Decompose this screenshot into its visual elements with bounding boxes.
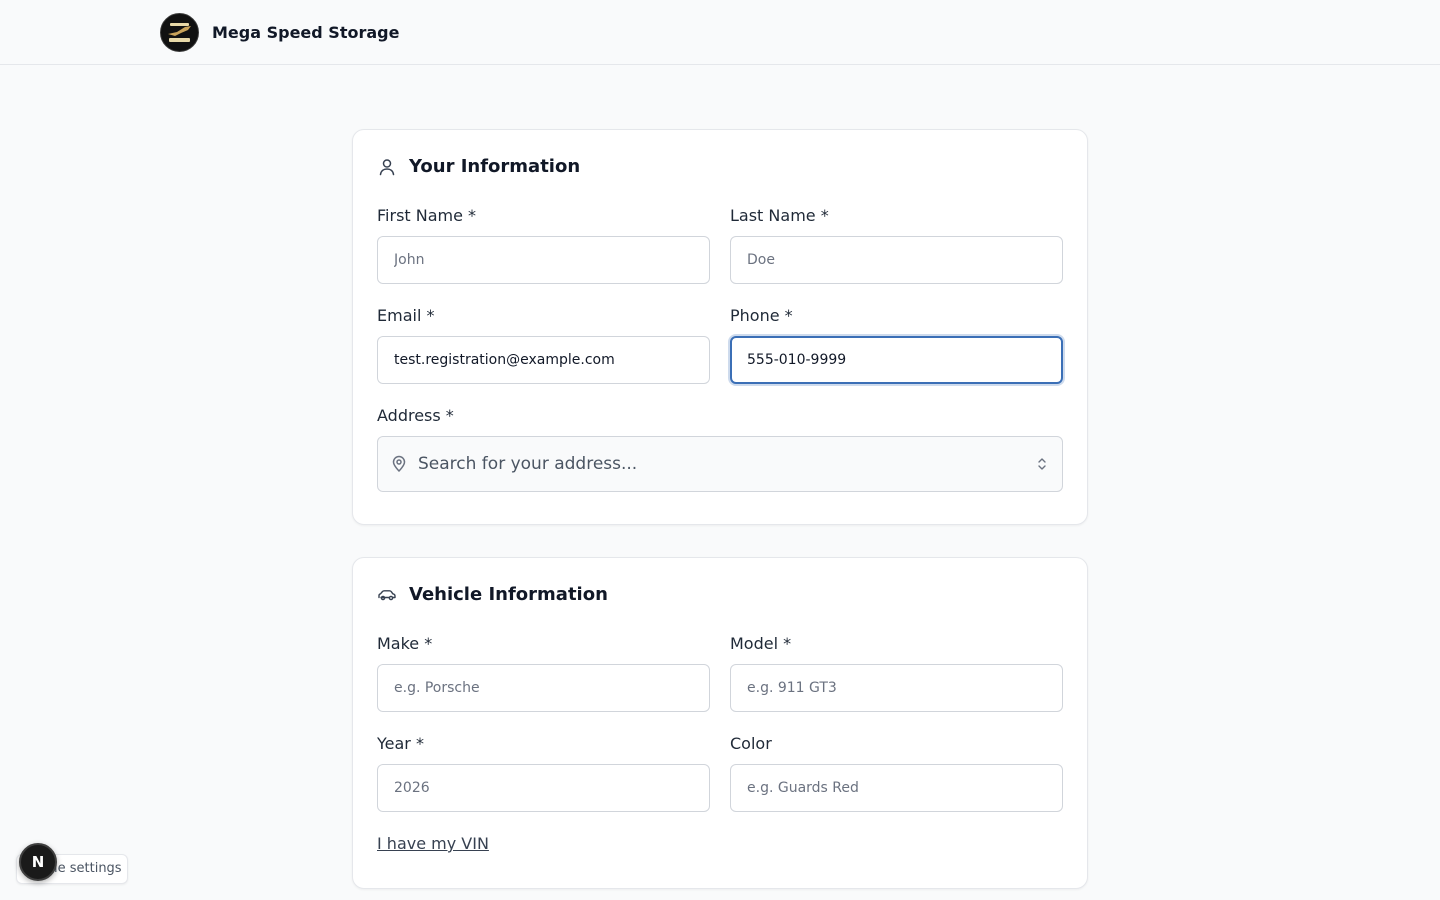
color-input[interactable] <box>730 764 1063 812</box>
first-name-input[interactable] <box>377 236 710 284</box>
address-placeholder: Search for your address... <box>418 454 638 474</box>
have-vin-link[interactable]: I have my VIN <box>377 834 489 853</box>
address-search-combobox[interactable]: Search for your address... <box>377 436 1063 492</box>
make-input[interactable] <box>377 664 710 712</box>
brand[interactable]: Mega Speed Storage <box>160 13 399 52</box>
phone-input[interactable] <box>730 336 1063 384</box>
phone-label: Phone * <box>730 306 793 325</box>
your-information-heading: Your Information <box>377 156 580 177</box>
map-pin-icon <box>390 455 408 473</box>
your-information-title: Your Information <box>409 156 581 177</box>
color-label: Color <box>730 734 772 753</box>
vehicle-information-card: Vehicle Information Make * Model * Year … <box>352 557 1088 889</box>
model-input[interactable] <box>730 664 1063 712</box>
vehicle-information-heading: Vehicle Information <box>377 584 608 605</box>
address-label: Address * <box>377 406 454 425</box>
model-label: Model * <box>730 634 792 653</box>
year-input[interactable] <box>377 764 710 812</box>
year-label: Year * <box>377 734 424 753</box>
email-label: Email * <box>377 306 435 325</box>
dev-tools-badge[interactable]: N <box>19 843 57 881</box>
last-name-input[interactable] <box>730 236 1063 284</box>
top-header: Mega Speed Storage <box>0 0 1440 65</box>
user-icon <box>377 157 397 177</box>
email-input[interactable] <box>377 336 710 384</box>
your-information-card: Your Information First Name * Last Name … <box>352 129 1088 525</box>
vehicle-information-title: Vehicle Information <box>409 584 608 605</box>
brand-logo-icon <box>160 13 199 52</box>
brand-name: Mega Speed Storage <box>212 23 400 42</box>
chevrons-up-down-icon <box>1034 456 1050 472</box>
car-icon <box>377 585 397 605</box>
make-label: Make * <box>377 634 433 653</box>
first-name-label: First Name * <box>377 206 477 225</box>
last-name-label: Last Name * <box>730 206 829 225</box>
